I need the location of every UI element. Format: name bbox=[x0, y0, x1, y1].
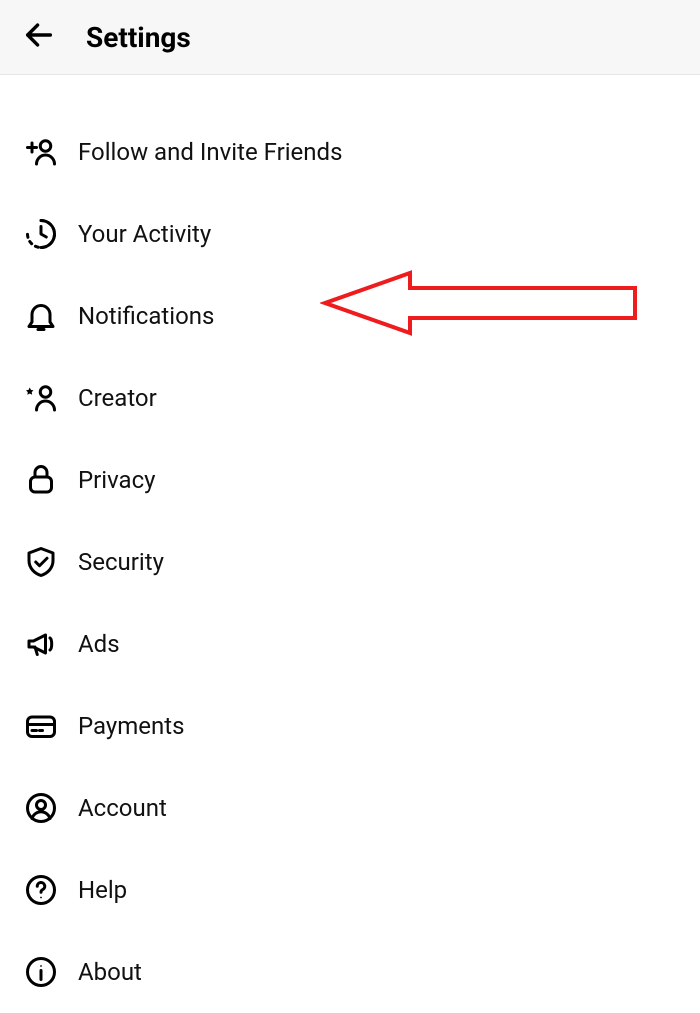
menu-item-follow-invite[interactable]: Follow and Invite Friends bbox=[0, 111, 700, 193]
menu-item-label: Ads bbox=[78, 630, 120, 658]
menu-item-label: Payments bbox=[78, 712, 185, 740]
menu-item-security[interactable]: Security bbox=[0, 521, 700, 603]
back-button[interactable] bbox=[18, 16, 60, 58]
settings-header: Settings bbox=[0, 0, 700, 75]
ads-icon bbox=[20, 623, 62, 665]
menu-item-notifications[interactable]: Notifications bbox=[0, 275, 700, 357]
menu-item-label: Notifications bbox=[78, 302, 214, 330]
menu-item-label: Help bbox=[78, 876, 127, 904]
menu-item-label: Privacy bbox=[78, 466, 156, 494]
menu-item-payments[interactable]: Payments bbox=[0, 685, 700, 767]
page-title: Settings bbox=[86, 21, 191, 54]
settings-menu: Follow and Invite Friends Your Activity … bbox=[0, 75, 700, 1013]
menu-item-label: About bbox=[78, 958, 142, 986]
security-icon bbox=[20, 541, 62, 583]
about-icon bbox=[20, 951, 62, 993]
menu-item-account[interactable]: Account bbox=[0, 767, 700, 849]
payments-icon bbox=[20, 705, 62, 747]
back-arrow-icon bbox=[22, 18, 56, 56]
menu-item-creator[interactable]: Creator bbox=[0, 357, 700, 439]
menu-item-about[interactable]: About bbox=[0, 931, 700, 1013]
privacy-icon bbox=[20, 459, 62, 501]
notifications-icon bbox=[20, 295, 62, 337]
menu-item-activity[interactable]: Your Activity bbox=[0, 193, 700, 275]
menu-item-help[interactable]: Help bbox=[0, 849, 700, 931]
account-icon bbox=[20, 787, 62, 829]
menu-item-label: Your Activity bbox=[78, 220, 211, 248]
creator-icon bbox=[20, 377, 62, 419]
menu-item-privacy[interactable]: Privacy bbox=[0, 439, 700, 521]
help-icon bbox=[20, 869, 62, 911]
menu-item-label: Security bbox=[78, 548, 164, 576]
follow-invite-icon bbox=[20, 131, 62, 173]
menu-item-label: Follow and Invite Friends bbox=[78, 138, 342, 166]
menu-item-label: Creator bbox=[78, 384, 157, 412]
menu-item-label: Account bbox=[78, 794, 167, 822]
activity-icon bbox=[20, 213, 62, 255]
menu-item-ads[interactable]: Ads bbox=[0, 603, 700, 685]
